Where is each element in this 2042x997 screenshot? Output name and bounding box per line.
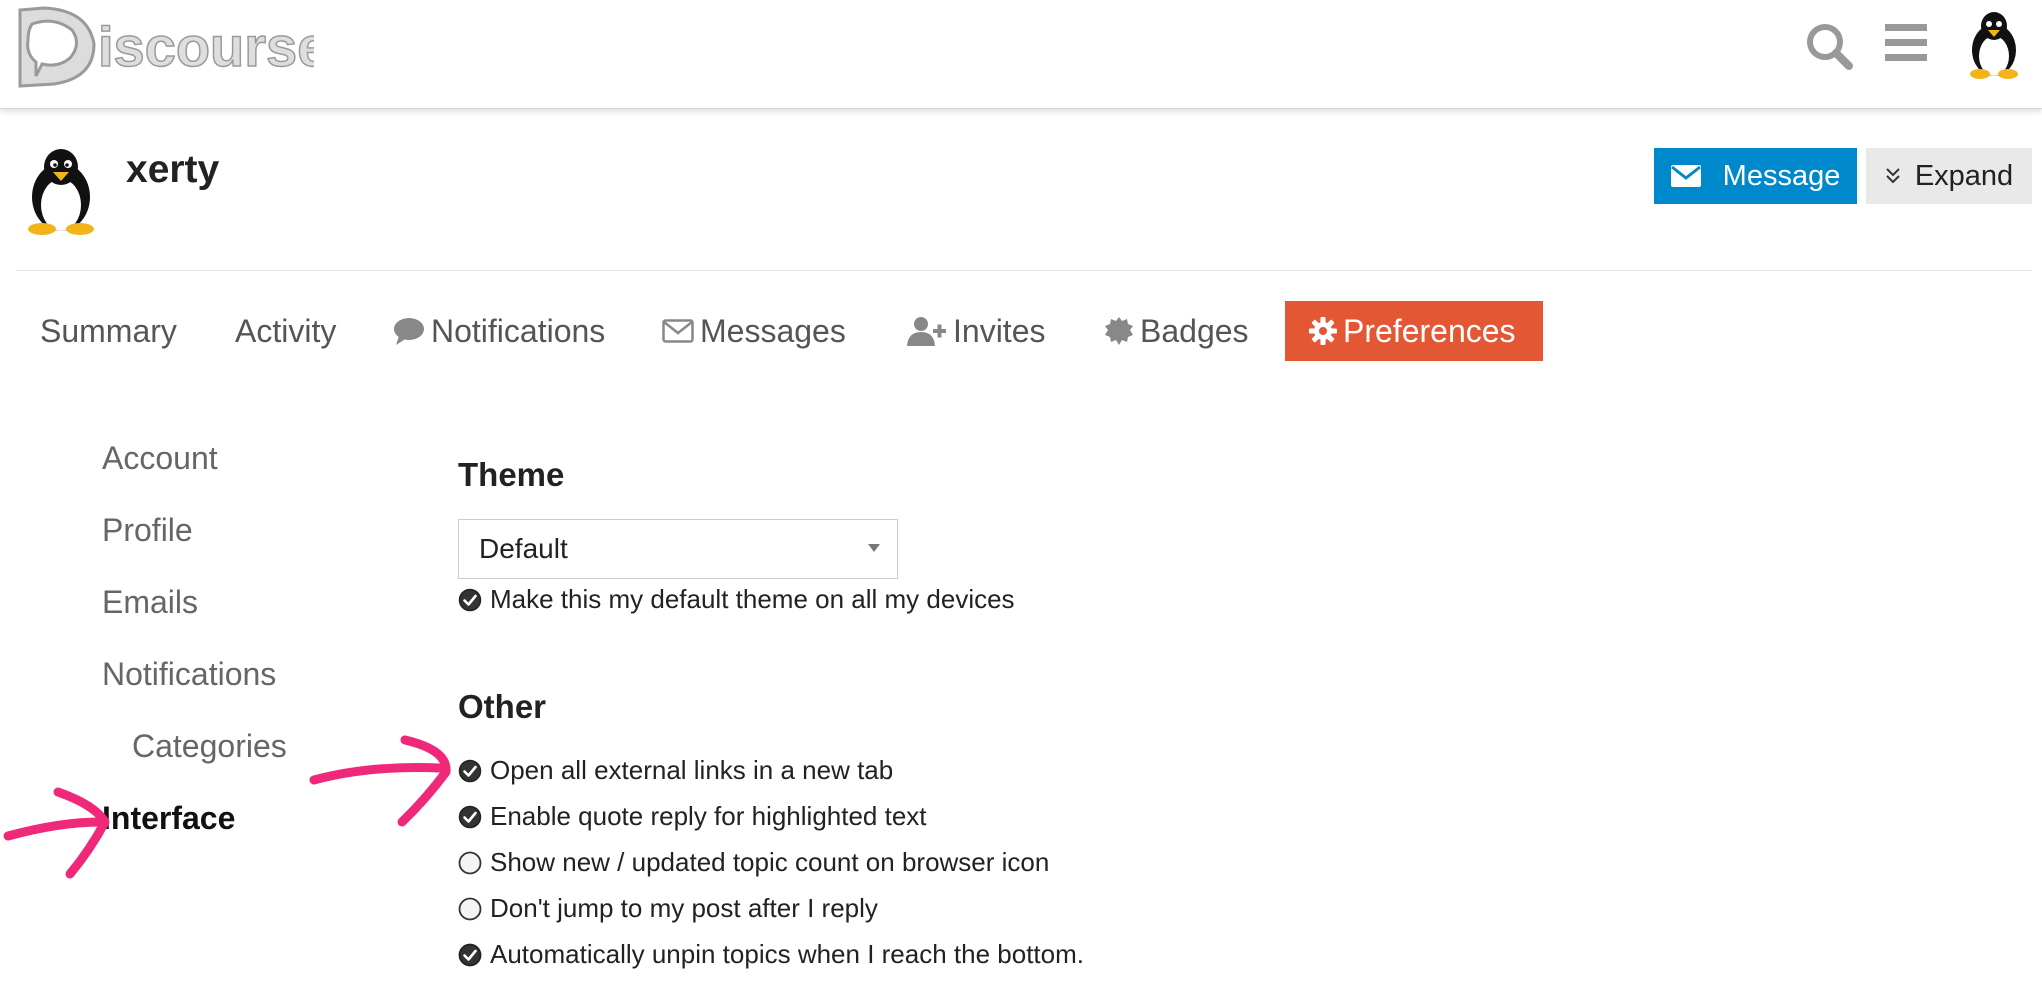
checkbox-label: Don't jump to my post after I reply [490, 893, 878, 923]
checkbox-label: Show new / updated topic count on browse… [490, 847, 1050, 877]
quote-reply-checkbox-row[interactable]: Enable quote reply for highlighted text [458, 801, 927, 832]
tab-badges[interactable]: Badges [1104, 301, 1249, 361]
double-chevron-down-icon [1886, 168, 1900, 184]
checkbox-unchecked[interactable] [458, 897, 482, 921]
side-nav-interface[interactable]: Interface [102, 800, 235, 837]
annotation-arrow-left [3, 817, 105, 841]
tab-label: Summary [40, 312, 177, 349]
username: xerty [126, 148, 220, 191]
current-user-avatar[interactable] [1962, 10, 2026, 85]
tab-label: Invites [953, 312, 1046, 349]
tab-label: Notifications [431, 312, 606, 349]
dont-jump-checkbox-row[interactable]: Don't jump to my post after I reply [458, 893, 878, 924]
checkbox-checked[interactable] [458, 805, 482, 829]
checkbox-label: Make this my default theme on all my dev… [490, 584, 1015, 614]
gear-icon [1309, 317, 1337, 345]
user-plus-icon [907, 317, 946, 346]
checkbox-unchecked[interactable] [458, 851, 482, 875]
tab-activity[interactable]: Activity [235, 301, 336, 361]
topic-count-checkbox-row[interactable]: Show new / updated topic count on browse… [458, 847, 1049, 878]
divider [16, 270, 2032, 271]
user-avatar[interactable] [20, 145, 102, 242]
message-button-label: Message [1722, 159, 1841, 192]
checkbox-checked[interactable] [458, 588, 482, 612]
envelope-icon [662, 319, 694, 343]
tab-notifications[interactable]: Notifications [393, 301, 605, 361]
certificate-icon [1105, 317, 1133, 345]
expand-button-label: Expand [1914, 159, 2014, 192]
side-nav-categories[interactable]: Categories [132, 728, 287, 765]
auto-unpin-checkbox-row[interactable]: Automatically unpin topics when I reach … [458, 939, 1084, 970]
svg-text:iscourse: iscourse [98, 15, 314, 78]
theme-section-title: Theme [458, 456, 565, 493]
discourse-logo[interactable]: iscourse [14, 4, 329, 93]
side-nav-profile[interactable]: Profile [102, 512, 193, 549]
caret-down-icon [868, 544, 880, 552]
tab-label: Activity [235, 312, 337, 349]
tab-invites[interactable]: Invites [907, 301, 1045, 361]
tab-label: Preferences [1343, 312, 1516, 349]
envelope-icon [1670, 165, 1701, 187]
side-nav-emails[interactable]: Emails [102, 584, 198, 621]
annotation-arrow-right [309, 763, 445, 785]
checkbox-label: Automatically unpin topics when I reach … [490, 939, 1084, 969]
checkbox-checked[interactable] [458, 943, 482, 967]
comment-icon [394, 318, 424, 345]
hamburger-menu-icon[interactable] [1885, 24, 1927, 67]
other-section-title: Other [458, 688, 547, 725]
default-theme-checkbox-row[interactable]: Make this my default theme on all my dev… [458, 584, 1015, 615]
checkbox-label: Enable quote reply for highlighted text [490, 801, 927, 831]
tab-label: Badges [1140, 312, 1249, 349]
checkbox-label: Open all external links in a new tab [490, 755, 894, 785]
checkbox-checked[interactable] [458, 759, 482, 783]
theme-select[interactable]: Default [458, 519, 898, 579]
side-nav-notifications[interactable]: Notifications [102, 656, 276, 693]
site-header: iscourse [0, 0, 2042, 109]
tab-summary[interactable]: Summary [40, 301, 177, 361]
tab-label: Messages [700, 312, 846, 349]
side-nav-account[interactable]: Account [102, 440, 218, 477]
theme-select-value: Default [479, 533, 568, 564]
external-links-checkbox-row[interactable]: Open all external links in a new tab [458, 755, 893, 786]
tab-preferences[interactable]: Preferences [1285, 301, 1543, 361]
message-button[interactable]: Message [1654, 148, 1857, 204]
search-icon[interactable] [1805, 22, 1855, 77]
expand-button[interactable]: Expand [1866, 148, 2032, 204]
tab-messages[interactable]: Messages [662, 301, 846, 361]
